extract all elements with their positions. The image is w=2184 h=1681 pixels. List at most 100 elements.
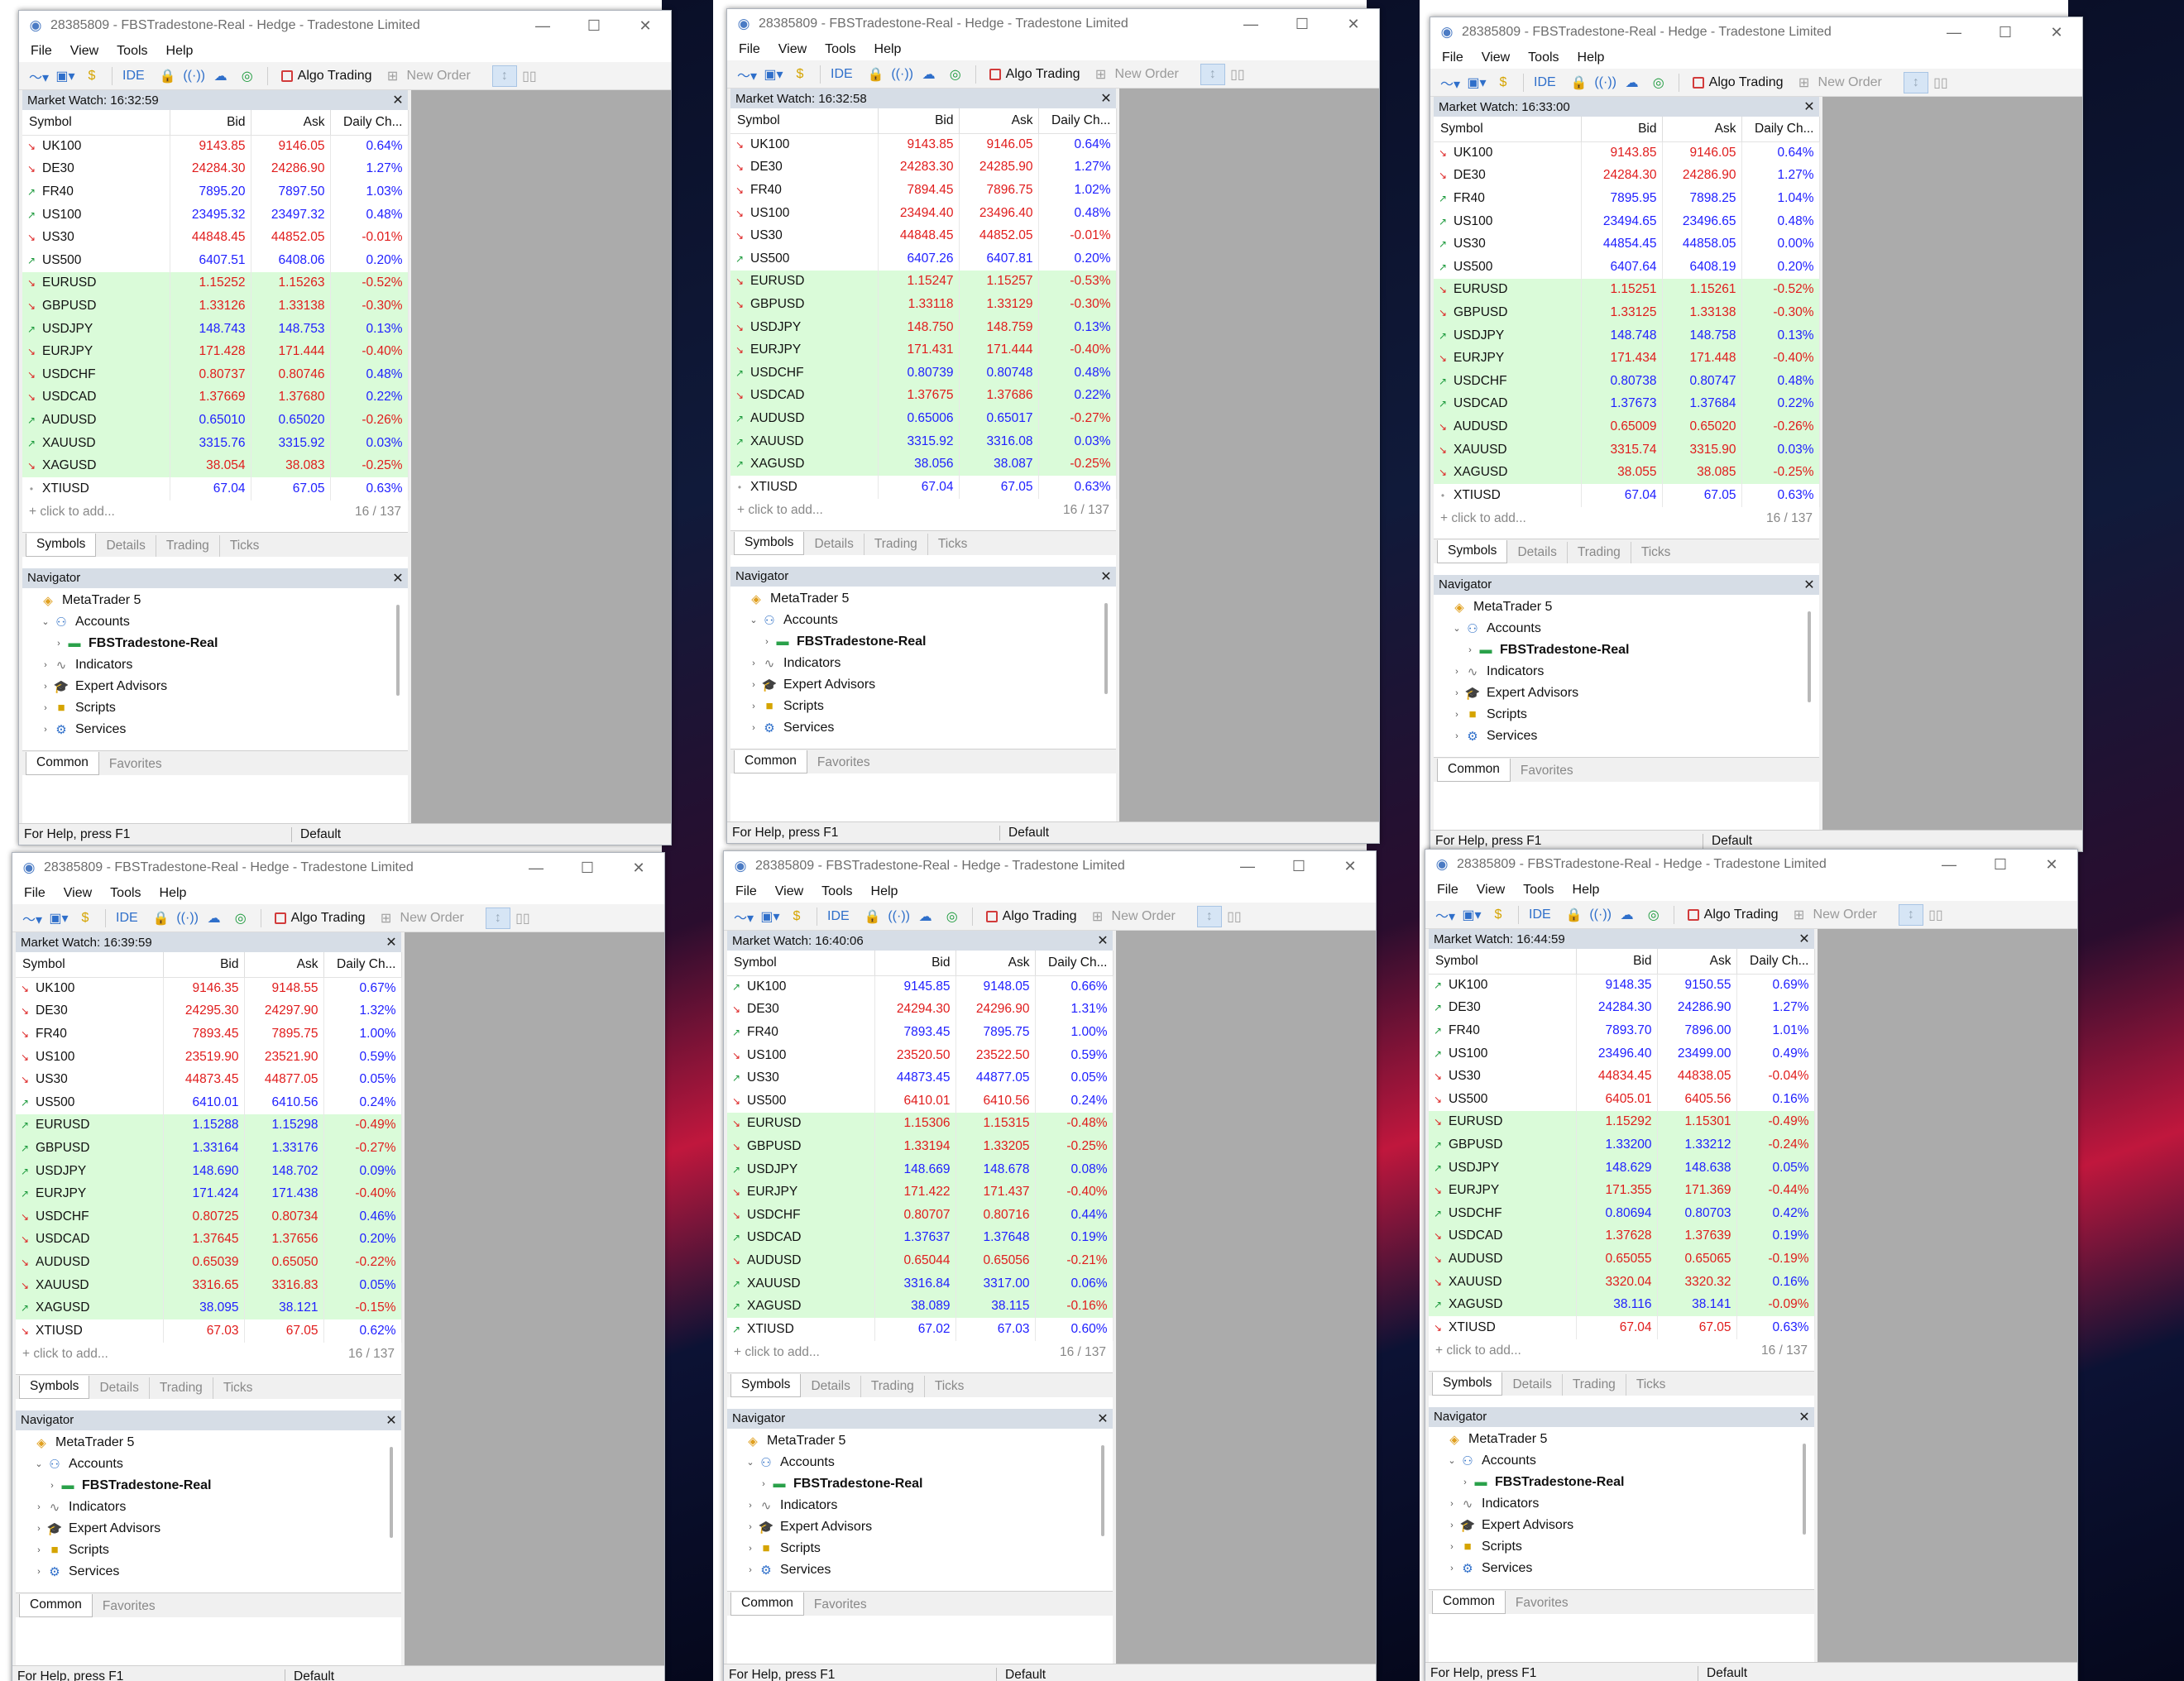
navigator-item[interactable]: › ▬ FBSTradestone-Real xyxy=(730,631,1116,653)
tab-trading[interactable]: Trading xyxy=(150,1377,213,1399)
signal-icon[interactable]: ((·)) xyxy=(183,69,206,84)
navigator-scrollbar[interactable] xyxy=(396,604,400,696)
symbol-cell[interactable]: ↗ USDJPY xyxy=(22,317,170,341)
table-row[interactable]: ↗ XAGUSD 38.095 38.121 -0.15% xyxy=(16,1296,402,1319)
symbol-cell[interactable]: ↘ EURUSD xyxy=(22,271,170,295)
table-row[interactable]: ↘ UK100 9143.85 9146.05 0.64% xyxy=(730,133,1117,156)
table-row[interactable]: ↗ FR40 7895.20 7897.50 1.03% xyxy=(22,180,409,204)
symbol-cell[interactable]: ↘ AUDUSD xyxy=(1429,1248,1577,1271)
menu-file[interactable]: File xyxy=(1435,50,1475,65)
menu-help[interactable]: Help xyxy=(868,42,913,57)
table-row[interactable]: ↗ UK100 9148.35 9150.55 0.69% xyxy=(1429,974,1815,997)
tab-trading[interactable]: Trading xyxy=(1568,541,1631,563)
symbol-cell[interactable]: ↗ AUDUSD xyxy=(730,407,879,430)
col-daily-change[interactable]: Daily Ch... xyxy=(1741,117,1820,142)
symbol-cell[interactable]: ↘ EURUSD xyxy=(1434,278,1582,302)
expand-icon[interactable]: › xyxy=(39,725,52,735)
algo-trading-button[interactable]: Algo Trading xyxy=(1709,75,1784,90)
symbol-cell[interactable]: ↗ US30 xyxy=(727,1066,875,1090)
cloud-icon[interactable]: ☁ xyxy=(209,68,232,84)
symbol-cell[interactable]: ↘ EURJPY xyxy=(22,340,170,363)
one-click-trading-icon[interactable]: ▯▯ xyxy=(1932,74,1950,91)
table-row[interactable]: ↗ AUDUSD 0.65010 0.65020 -0.26% xyxy=(22,409,409,432)
tab-favorites[interactable]: Favorites xyxy=(1506,1592,1578,1614)
navigator-item[interactable]: ◈ MetaTrader 5 xyxy=(727,1430,1113,1452)
menu-file[interactable]: File xyxy=(17,886,57,901)
symbol-cell[interactable]: ↗ USDCHF xyxy=(1429,1201,1577,1225)
algo-trading-icon[interactable] xyxy=(274,912,286,924)
table-row[interactable]: ↘ USDCAD 1.37669 1.37680 0.22% xyxy=(22,386,409,409)
symbol-cell[interactable]: ↘ UK100 xyxy=(16,977,164,1000)
table-row[interactable]: ↘ GBPUSD 1.33126 1.33138 -0.30% xyxy=(22,295,409,318)
navigator-item[interactable]: › 🎓 Expert Advisors xyxy=(22,676,408,697)
table-row[interactable]: ↘ EURUSD 1.15306 1.15315 -0.48% xyxy=(727,1112,1114,1136)
col-symbol[interactable]: Symbol xyxy=(730,108,879,134)
expand-icon[interactable]: › xyxy=(39,682,52,692)
expand-icon[interactable]: › xyxy=(1463,645,1477,655)
table-row[interactable]: ↗ US100 23494.65 23496.65 0.48% xyxy=(1434,209,1820,233)
navigator-item[interactable]: › ⚙ Services xyxy=(16,1561,401,1583)
close-market-watch-icon[interactable]: ✕ xyxy=(1794,931,1814,947)
chart-line-icon[interactable]: 〜▾ xyxy=(1439,73,1462,93)
expand-icon[interactable]: › xyxy=(744,1565,757,1575)
minimize-icon[interactable]: — xyxy=(1225,9,1276,39)
navigator-item[interactable]: ◈ MetaTrader 5 xyxy=(1434,596,1819,618)
algo-trading-icon[interactable] xyxy=(985,910,998,922)
close-navigator-icon[interactable]: ✕ xyxy=(381,1412,401,1429)
table-row[interactable]: ↘ EURJPY 171.434 171.448 -0.40% xyxy=(1434,347,1820,370)
tab-details[interactable]: Details xyxy=(1507,541,1568,563)
expand-icon[interactable]: › xyxy=(1450,667,1463,677)
expand-icon[interactable]: › xyxy=(32,1524,46,1534)
col-ask[interactable]: Ask xyxy=(959,108,1039,134)
tab-common[interactable]: Common xyxy=(26,751,99,775)
table-row[interactable]: ↗ XAUUSD 3316.84 3317.00 0.06% xyxy=(727,1272,1114,1295)
tab-common[interactable]: Common xyxy=(1432,1590,1506,1614)
tab-symbols[interactable]: Symbols xyxy=(1432,1372,1503,1396)
symbol-cell[interactable]: ↘ EURJPY xyxy=(1429,1179,1577,1202)
col-symbol[interactable]: Symbol xyxy=(1434,117,1582,142)
add-symbol-placeholder[interactable]: + click to add... xyxy=(734,1345,820,1360)
menu-tools[interactable]: Tools xyxy=(103,886,152,901)
symbol-cell[interactable]: ↗ USDCHF xyxy=(730,361,879,385)
symbol-cell[interactable]: ↘ EURJPY xyxy=(730,338,879,362)
symbol-cell[interactable]: ↗ UK100 xyxy=(727,975,875,999)
expand-icon[interactable]: › xyxy=(760,637,774,647)
symbol-cell[interactable]: ↗ US500 xyxy=(22,248,170,272)
symbol-cell[interactable]: ↘ USDCHF xyxy=(727,1203,875,1227)
symbol-cell[interactable]: ↗ EURJPY xyxy=(16,1182,164,1205)
col-daily-change[interactable]: Daily Ch... xyxy=(323,952,402,978)
menu-tools[interactable]: Tools xyxy=(1521,50,1570,65)
symbol-cell[interactable]: ↗ FR40 xyxy=(1429,1019,1577,1042)
tab-ticks[interactable]: Ticks xyxy=(213,1377,263,1399)
symbol-cell[interactable]: • XTIUSD xyxy=(730,475,879,499)
menu-view[interactable]: View xyxy=(57,886,103,901)
navigator-item[interactable]: ⌄ ⚇ Accounts xyxy=(16,1454,401,1475)
table-row[interactable]: ↘ US30 44873.45 44877.05 0.05% xyxy=(16,1068,402,1091)
lock-icon[interactable]: 🔒 xyxy=(1568,74,1591,91)
symbol-cell[interactable]: ↘ US100 xyxy=(730,201,879,225)
symbol-cell[interactable]: ↘ USDCHF xyxy=(22,362,170,386)
new-order-button[interactable]: New Order xyxy=(407,69,471,84)
navigator-item[interactable]: › ▬ FBSTradestone-Real xyxy=(22,633,408,654)
tab-ticks[interactable]: Ticks xyxy=(1631,542,1681,563)
symbol-cell[interactable]: ↘ XTIUSD xyxy=(1429,1315,1577,1339)
table-row[interactable]: ↘ US100 23494.40 23496.40 0.48% xyxy=(730,201,1117,225)
tab-ticks[interactable]: Ticks xyxy=(1626,1374,1676,1396)
menu-file[interactable]: File xyxy=(732,42,772,57)
expand-icon[interactable]: › xyxy=(747,723,760,733)
table-row[interactable]: ↘ AUDUSD 0.65055 0.65065 -0.19% xyxy=(1429,1248,1815,1271)
symbol-cell[interactable]: ↘ XAUUSD xyxy=(1429,1270,1577,1294)
table-row[interactable]: ↘ USDCAD 1.37628 1.37639 0.19% xyxy=(1429,1224,1815,1248)
navigator-item[interactable]: › ▬ FBSTradestone-Real xyxy=(727,1473,1113,1495)
table-row[interactable]: ↘ EURJPY 171.355 171.369 -0.44% xyxy=(1429,1179,1815,1202)
symbol-cell[interactable]: ↘ XAGUSD xyxy=(22,454,170,477)
table-row[interactable]: ↗ USDCHF 0.80694 0.80703 0.42% xyxy=(1429,1201,1815,1225)
one-click-trading-icon[interactable]: ▯▯ xyxy=(1228,66,1247,83)
navigator-scrollbar[interactable] xyxy=(390,1446,393,1538)
tab-trading[interactable]: Trading xyxy=(156,534,220,557)
table-row[interactable]: ↗ USDJPY 148.748 148.758 0.13% xyxy=(1434,323,1820,347)
table-row[interactable]: ↘ XTIUSD 67.03 67.05 0.62% xyxy=(16,1319,402,1343)
navigator-item[interactable]: › ■ Scripts xyxy=(1429,1536,1814,1558)
add-symbol-row[interactable]: + click to add... 16 / 137 xyxy=(16,1343,401,1366)
table-row[interactable]: ↗ US500 6407.51 6408.06 0.20% xyxy=(22,248,409,272)
